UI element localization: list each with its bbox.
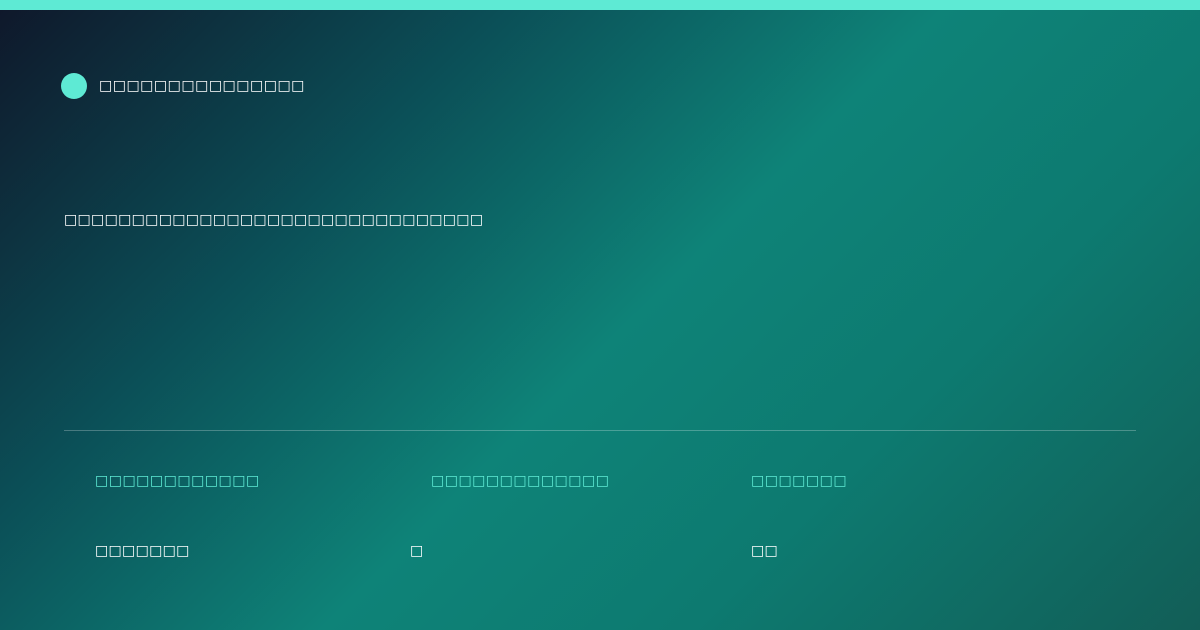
top-accent-bar: [0, 0, 1200, 10]
stat-value-3: □□: [751, 543, 779, 559]
brand: □□□□□□□□□□□□□□□: [61, 73, 305, 99]
stat-value-1: □□□□□□□: [95, 543, 190, 559]
stat-label-1: □□□□□□□□□□□□: [95, 473, 260, 489]
divider: [64, 430, 1136, 431]
stat-label-2: □□□□□□□□□□□□□: [431, 473, 610, 489]
brand-logo-dot: [61, 73, 87, 99]
brand-name: □□□□□□□□□□□□□□□: [99, 78, 305, 94]
stat-value-2: □: [410, 543, 424, 559]
stat-label-3: □□□□□□□: [751, 473, 848, 489]
headline: □□□□□□□□□□□□□□□□□□□□□□□□□□□□□□□: [64, 212, 484, 228]
